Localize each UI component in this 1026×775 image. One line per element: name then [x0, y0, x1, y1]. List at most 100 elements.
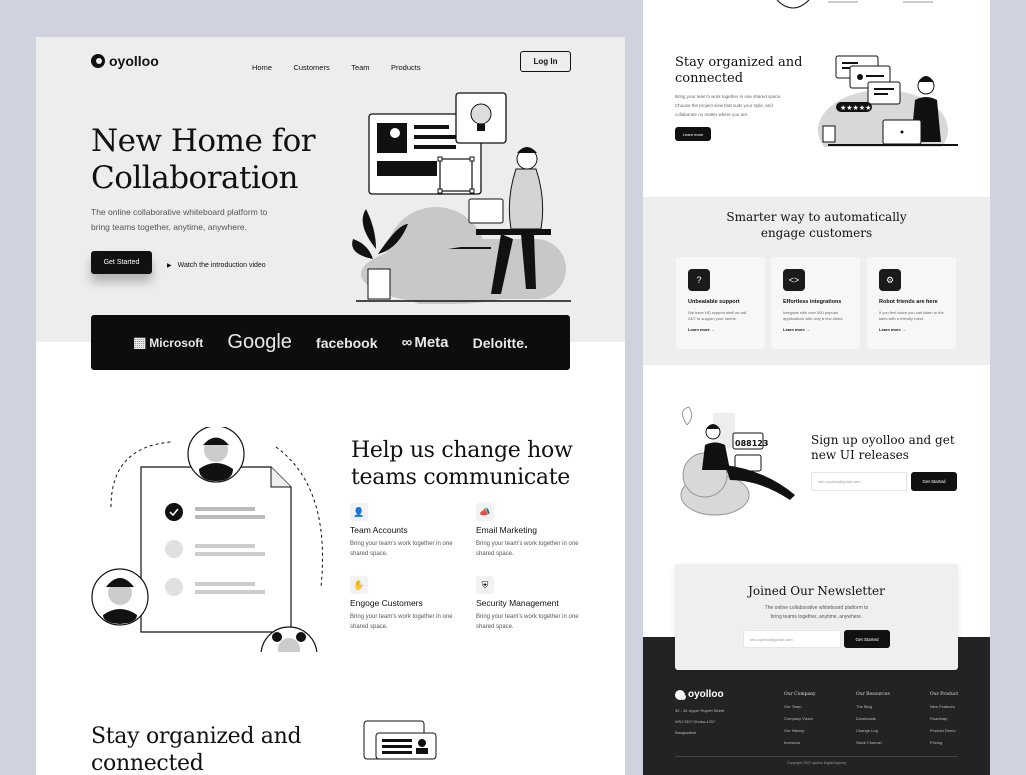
stay-title-line-2: connected — [675, 71, 744, 86]
shield-icon: ⛨ — [476, 576, 494, 594]
signup-get-started-button[interactable]: Get Started — [911, 472, 957, 491]
brand-logo[interactable]: oyolloo — [91, 53, 159, 69]
footer-divider — [675, 756, 958, 757]
footer-logo[interactable]: oyolloo — [675, 689, 724, 700]
hero-title: New Home for Collaboration — [91, 123, 316, 197]
newsletter-desc: The online collaborative whiteboard plat… — [675, 604, 958, 622]
windows-icon: ▦ — [133, 334, 147, 350]
robot-icon: ⚙ — [879, 269, 901, 291]
logo-mark-icon — [91, 54, 105, 68]
landing-page-sections: Stay organized and connected Bring your … — [643, 0, 990, 775]
card-learn-more[interactable]: Learn more → — [688, 327, 753, 332]
signup-screen-number: 088123 — [735, 439, 768, 448]
arrow-right-icon: → — [901, 327, 906, 332]
megaphone-icon: 📣 — [476, 503, 494, 521]
feature-security-management: ⛨ Security Management Bring your team's … — [476, 576, 581, 632]
partner-microsoft: ▦ Microsoft — [133, 334, 203, 351]
footer-address-line-3: Bangladesh — [675, 730, 697, 735]
card-unbeatable-support[interactable]: ? Unbeatable support We have HD support … — [676, 257, 765, 349]
newsletter-desc-line-2: bring teams together, anytime, anywhere. — [770, 614, 863, 620]
feature-email-marketing: 📣 Email Marketing Bring your team's work… — [476, 503, 581, 559]
footer-address: 32 - 44 Upper Rupert Street WSJ 9DY Dhak… — [675, 705, 724, 738]
footer-link[interactable]: Change Log — [856, 728, 890, 733]
footer-col-title: Our Company — [784, 692, 816, 697]
partner-meta: ∞ Meta — [402, 334, 449, 351]
card-effortless-integrations[interactable]: <> Effortless integrations Integrate wit… — [771, 257, 860, 349]
help-title-line-1: Help us change how — [351, 438, 573, 463]
nav-products[interactable]: Products — [391, 63, 421, 72]
stay-desc: Bring your team's work together in one s… — [675, 92, 781, 119]
footer-address-line-1: 32 - 44 Upper Rupert Street — [675, 708, 725, 713]
stay-illustration: ★★★★★ — [818, 55, 958, 147]
play-icon: ▶ — [167, 263, 172, 269]
main-nav: Home Customers Team Products — [252, 57, 438, 75]
hero-subtitle: The online collaborative whiteboard plat… — [91, 205, 267, 235]
partner-logos-bar: ▦ Microsoft Google facebook ∞ Meta Deloitt… — [91, 315, 570, 370]
landing-page-main: oyolloo Home Customers Team Products Log… — [36, 37, 625, 775]
feature-title: Team Accounts — [350, 525, 408, 535]
footer-link[interactable]: Investors — [784, 740, 816, 745]
card-desc: Integrate with over 500 popular applicat… — [783, 310, 844, 321]
newsletter-title: Joined Our Newsletter — [748, 584, 885, 598]
feature-engage-customers: ✋ Engoge Customers Bring your team's wor… — [350, 576, 455, 632]
nav-home[interactable]: Home — [252, 63, 272, 72]
hero-title-line-2: Collaboration — [91, 160, 299, 196]
help-title-line-2: teams communicate — [351, 465, 570, 490]
footer-col-title: Our Resources — [856, 692, 890, 697]
feature-desc: Bring your team's work together in one s… — [476, 614, 579, 630]
card-learn-more[interactable]: Learn more → — [783, 327, 848, 332]
card-robot-friends[interactable]: ⚙ Robot friends are here If you feel dow… — [867, 257, 956, 349]
footer-col-title: Our Product — [930, 692, 959, 697]
footer-link[interactable]: New Features — [930, 704, 958, 709]
footer-link[interactable]: Our Team — [784, 704, 816, 709]
footer-link[interactable]: The Blog — [856, 704, 890, 709]
newsletter-email-input[interactable]: info.oyolloo@gmail.com — [743, 630, 841, 648]
top-cut-illustration — [776, 0, 933, 9]
footer-link[interactable]: Product Demo — [930, 728, 958, 733]
stay-organized-title: Stay organized and connected — [91, 723, 302, 775]
login-button[interactable]: Log In — [520, 51, 571, 72]
footer-col-company: Our Company Our Team Company Vision Our … — [784, 692, 816, 745]
footer-link[interactable]: Pricing — [930, 740, 958, 745]
footer-link[interactable]: Company Vision — [784, 716, 816, 721]
feature-team-accounts: 👤 Team Accounts Bring your team's work t… — [350, 503, 455, 559]
nav-customers[interactable]: Customers — [293, 63, 329, 72]
footer-copyright: Copyright 2022 oyolloo Digital Agency — [787, 761, 846, 765]
get-started-button[interactable]: Get Started — [91, 251, 152, 274]
newsletter-desc-line-1: The online collaborative whiteboard plat… — [764, 605, 869, 611]
stay-desc-line-2: Choose the project view that suits your … — [675, 103, 773, 108]
signup-title-line-1: Sign up oyolloo and get — [811, 433, 955, 447]
partner-meta-label: Meta — [414, 334, 449, 351]
footer-col-product: Our Product New Features Roadmap Product… — [930, 692, 958, 745]
feature-title: Security Management — [476, 598, 559, 608]
signup-email-input[interactable]: info.oyolloo@gmail.com — [811, 472, 907, 491]
watch-video-label: Watch the introduction video — [177, 262, 266, 269]
signup-illustration: 088123 — [680, 406, 795, 516]
card-learn-more[interactable]: Learn more → — [879, 327, 944, 332]
footer-link[interactable]: Slack Channel — [856, 740, 890, 745]
watch-video-link[interactable]: ▶ Watch the introduction video — [167, 262, 266, 269]
stay-title-line-1: Stay organized and — [675, 55, 803, 70]
partner-facebook: facebook — [316, 334, 378, 351]
stay-desc-line-3: collaborate no matter where you are. — [675, 112, 749, 117]
hero-illustration — [352, 92, 571, 304]
footer-link[interactable]: Our History — [784, 728, 816, 733]
newsletter-get-started-button[interactable]: Get Started — [844, 630, 890, 648]
learn-more-button[interactable]: Learn more — [675, 127, 711, 141]
footer-brand-name: oyolloo — [688, 689, 724, 700]
signup-title-line-2: new UI releases — [811, 448, 909, 462]
svg-text:★★★★★: ★★★★★ — [840, 104, 871, 112]
partner-deloitte: Deloitte. — [472, 334, 528, 351]
stay-left-title-line-1: Stay organized and — [91, 724, 302, 749]
partner-microsoft-label: Microsoft — [149, 335, 204, 350]
meta-infinity-icon: ∞ — [401, 334, 413, 351]
footer-link[interactable]: Roadmap — [930, 716, 958, 721]
nav-team[interactable]: Team — [351, 63, 369, 72]
arrow-right-icon: → — [710, 327, 715, 332]
card-title: Unbeatable support — [688, 299, 740, 305]
smarter-title-line-1: Smarter way to automatically — [726, 210, 907, 224]
footer-link[interactable]: Downloads — [856, 716, 890, 721]
card-desc: We have HD support staff on call 24/7 to… — [688, 310, 747, 321]
hero-title-line-1: New Home for — [91, 123, 316, 159]
stay-left-title-line-2: connected — [91, 751, 204, 775]
